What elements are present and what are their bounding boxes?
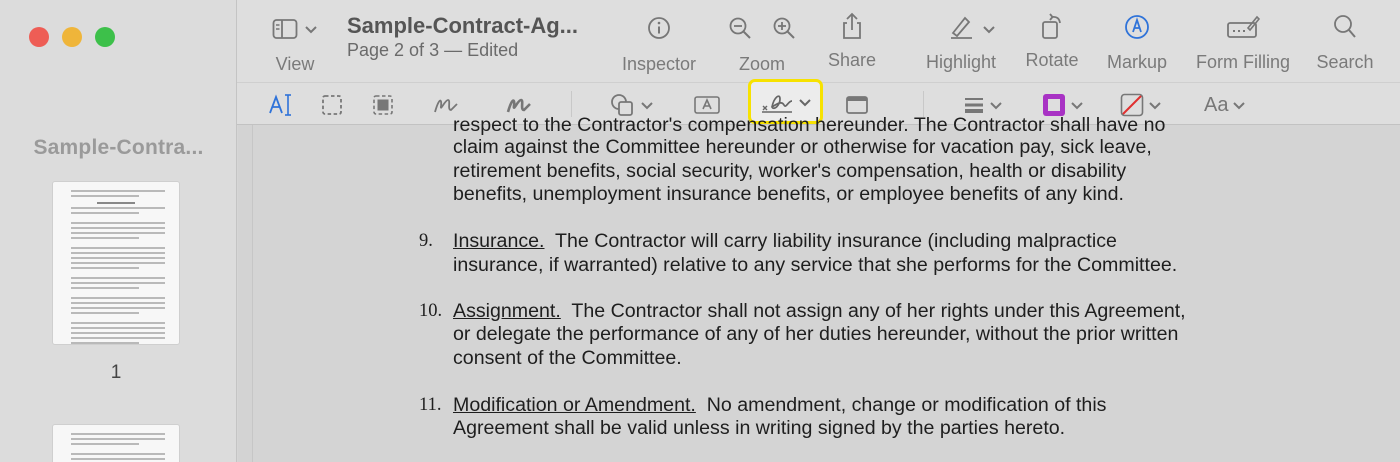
search-button[interactable]: Search xyxy=(1313,0,1377,73)
zoom-out-icon[interactable] xyxy=(728,16,752,40)
zoom-label: Zoom xyxy=(738,54,785,74)
clause-text: The Contractor shall not assign any of h… xyxy=(560,300,1186,322)
view-button[interactable]: View xyxy=(267,0,323,75)
signature-icon xyxy=(761,94,792,113)
close-window-button[interactable] xyxy=(29,27,49,47)
share-label: Share xyxy=(827,50,877,70)
text-box-icon xyxy=(694,96,720,114)
text-selection-tool[interactable] xyxy=(268,89,294,121)
clause-number: 9. xyxy=(419,231,433,251)
clause-line: Agreement shall be valid unless in writi… xyxy=(453,417,1066,439)
thumbnail-page-number: 1 xyxy=(110,362,122,383)
clause-number: 11. xyxy=(419,395,442,415)
clause-line: insurance, if warranted) relative to any… xyxy=(453,254,1178,276)
text-style-label: Aa xyxy=(1204,93,1229,116)
rotate-label: Rotate xyxy=(1025,50,1079,70)
text-style-tool[interactable]: Aa xyxy=(1204,89,1246,121)
document-subtitle: Page 2 of 3 — Edited xyxy=(347,40,519,60)
minimize-window-button[interactable] xyxy=(62,27,82,47)
chevron-down-icon xyxy=(305,26,317,34)
search-label: Search xyxy=(1316,52,1374,72)
clause-number: 10. xyxy=(419,301,443,321)
chevron-down-icon xyxy=(798,98,811,106)
paragraph-line: respect to the Contractor's compensation… xyxy=(453,114,1166,136)
share-button[interactable]: Share xyxy=(822,0,882,71)
markup-button[interactable]: Markup xyxy=(1101,0,1173,73)
clause-heading: Modification or Amendment. xyxy=(453,394,696,416)
redact-tool[interactable] xyxy=(372,89,394,121)
zoom-in-icon[interactable] xyxy=(772,16,796,40)
markup-pen-icon xyxy=(1125,15,1149,39)
clause-first-line: Insurance. The Contractor will carry lia… xyxy=(453,230,1117,254)
paragraph-line: claim against the Committee hereunder or… xyxy=(453,136,1152,158)
paragraph-line: benefits, unemployment insurance benefit… xyxy=(453,183,1124,205)
form-filling-label: Form Filling xyxy=(1195,52,1290,72)
info-icon xyxy=(648,17,670,39)
clause-text: No amendment, change or modification of … xyxy=(695,394,1107,416)
toolbar: View Sample-Contract-Ag... Page 2 of 3 —… xyxy=(237,0,1400,125)
line-weight-icon xyxy=(965,98,983,113)
sidebar-document-title: Sample-Contra... xyxy=(33,136,204,159)
chevron-down-icon xyxy=(990,102,1002,110)
rectangular-selection-icon xyxy=(322,95,342,115)
highlight-options-button[interactable] xyxy=(979,0,999,40)
chevron-down-icon xyxy=(983,26,995,34)
highlight-label: Highlight xyxy=(925,52,997,72)
clause-text: The Contractor will carry liability insu… xyxy=(544,230,1117,252)
window-frame-icon xyxy=(846,96,868,114)
chevron-down-icon xyxy=(1149,102,1161,110)
clause-heading: Insurance. xyxy=(453,230,545,252)
sketch-icon xyxy=(434,99,458,113)
clause-heading: Assignment. xyxy=(453,300,561,322)
form-filling-icon xyxy=(1227,15,1260,38)
rotate-icon xyxy=(1042,13,1061,39)
thumbnail-sidebar: Sample-Contra... 1 xyxy=(0,0,237,462)
highlighter-icon xyxy=(951,16,972,39)
share-icon xyxy=(843,12,861,39)
page-thumbnail-1[interactable] xyxy=(52,181,180,345)
sidebar-icon xyxy=(272,19,298,39)
clause-first-line: Modification or Amendment. No amendment,… xyxy=(453,394,1106,418)
main-toolbar-row: View Sample-Contract-Ag... Page 2 of 3 —… xyxy=(237,0,1400,82)
document-page: respect to the Contractor's compensation… xyxy=(252,114,1400,462)
fullscreen-window-button[interactable] xyxy=(95,27,115,47)
draw-icon xyxy=(506,98,531,113)
clause-line: or delegate the performance of any of he… xyxy=(453,323,1179,345)
markup-label: Markup xyxy=(1106,52,1168,72)
paragraph-line: retirement benefits, social security, wo… xyxy=(453,160,1127,182)
chevron-down-icon xyxy=(1233,102,1246,110)
zoom-control[interactable]: Zoom xyxy=(727,0,797,75)
page-thumbnail-2[interactable] xyxy=(52,424,180,462)
search-icon xyxy=(1334,15,1356,38)
document-title: Sample-Contract-Ag... xyxy=(347,13,579,38)
rotate-button[interactable]: Rotate xyxy=(1021,0,1083,71)
window-controls xyxy=(29,27,115,47)
inspector-button[interactable]: Inspector xyxy=(617,0,701,75)
clause-line: consent of the Committee. xyxy=(453,347,682,369)
chevron-down-icon xyxy=(1071,102,1083,110)
inspector-label: Inspector xyxy=(621,54,697,74)
document-view[interactable]: respect to the Contractor's compensation… xyxy=(238,114,1400,462)
clause-first-line: Assignment. The Contractor shall not ass… xyxy=(453,300,1186,324)
redact-icon xyxy=(373,95,393,115)
text-selection-icon xyxy=(269,94,291,116)
chevron-down-icon xyxy=(641,102,653,110)
view-label: View xyxy=(275,54,315,74)
rectangular-selection-tool[interactable] xyxy=(321,89,343,121)
form-filling-button[interactable]: Form Filling xyxy=(1191,0,1295,73)
